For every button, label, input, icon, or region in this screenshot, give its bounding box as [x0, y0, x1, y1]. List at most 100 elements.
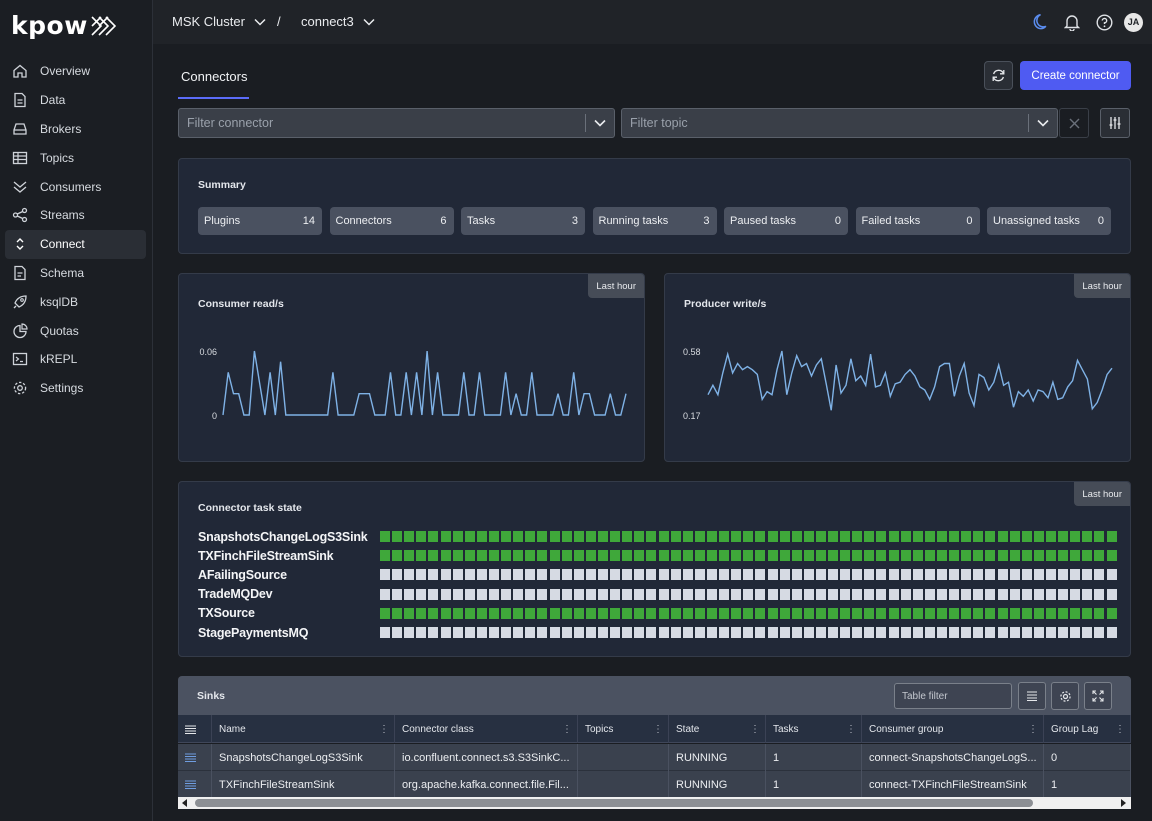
column-header[interactable]: Topics ⋮	[578, 715, 669, 743]
series-line	[707, 350, 1113, 411]
column-header[interactable]: Name ⋮	[212, 715, 395, 743]
server-icon	[12, 121, 28, 137]
task-state-cell	[573, 627, 584, 638]
theme-toggle-button[interactable]	[1024, 9, 1056, 35]
connector-name[interactable]: TradeMQDev	[198, 587, 380, 601]
sidebar-item-connect[interactable]: Connect	[5, 229, 146, 259]
columns-button[interactable]	[1018, 682, 1046, 710]
scroll-right-icon[interactable]	[1119, 799, 1127, 807]
summary-chip[interactable]: Failed tasks 0	[855, 207, 980, 235]
task-state-cell	[1070, 550, 1081, 562]
sidebar-item-data[interactable]: Data	[5, 86, 146, 115]
column-header[interactable]: Consumer group ⋮	[862, 715, 1044, 743]
table-row[interactable]: SnapshotsChangeLogS3Sink io.confluent.con…	[178, 744, 1131, 771]
column-menu-icon[interactable]: ⋮	[1028, 724, 1038, 735]
create-connector-button[interactable]: Create connector	[1020, 61, 1131, 90]
task-state-cell	[731, 607, 742, 619]
task-state-cell	[973, 569, 984, 581]
bell-icon	[1064, 14, 1080, 31]
column-header[interactable]: Connector class ⋮	[395, 715, 578, 743]
table-settings-button[interactable]	[1051, 682, 1079, 710]
notifications-button[interactable]	[1056, 9, 1088, 35]
task-state-cell	[501, 550, 512, 562]
sidebar-item-ksqldb[interactable]: ksqlDB	[5, 287, 146, 316]
scrollbar-thumb[interactable]	[195, 799, 1033, 807]
kpow-logo[interactable]: kpow	[11, 11, 116, 40]
connect-cluster-selector[interactable]: connect3	[301, 14, 375, 29]
table-row[interactable]: TXFinchFileStreamSink org.apache.kafka.co…	[178, 771, 1131, 798]
column-menu-icon[interactable]: ⋮	[562, 724, 572, 735]
row-menu-icon[interactable]	[185, 780, 196, 789]
task-state-cell	[537, 588, 548, 600]
column-menu-icon[interactable]: ⋮	[750, 724, 760, 735]
consumer-read-chart: 0.06 0	[199, 347, 627, 421]
column-header[interactable]: Group Lag ⋮	[1044, 715, 1131, 743]
column-header[interactable]: State ⋮	[669, 715, 766, 743]
clear-filters-button[interactable]	[1059, 108, 1089, 138]
sidebar-item-consumers[interactable]: Consumers	[5, 172, 146, 201]
cluster-selector[interactable]: MSK Cluster	[172, 14, 266, 29]
column-header[interactable]: Tasks ⋮	[766, 715, 862, 743]
task-state-cell	[1106, 588, 1117, 600]
column-menu-icon[interactable]: ⋮	[653, 724, 663, 735]
task-state-cell	[864, 627, 875, 638]
chevron-down-icon[interactable]	[1029, 119, 1057, 127]
task-state-cell	[682, 550, 693, 562]
refresh-icon	[992, 69, 1005, 82]
row-menu-icon[interactable]	[185, 753, 196, 762]
task-state-cell	[622, 569, 633, 581]
connector-name[interactable]: SnapshotsChangeLogS3Sink	[198, 530, 380, 544]
task-state-cell	[791, 607, 802, 619]
sidebar-item-schema[interactable]: Schema	[5, 259, 146, 288]
column-label: State	[676, 723, 700, 735]
sidebar-item-settings[interactable]: Settings	[5, 374, 146, 403]
last-hour-badge[interactable]: Last hour	[1074, 482, 1130, 506]
task-state-cell	[428, 531, 439, 542]
task-state-cell	[428, 588, 439, 600]
horizontal-scrollbar[interactable]	[178, 797, 1131, 809]
summary-chip[interactable]: Paused tasks 0	[724, 207, 848, 235]
summary-chip[interactable]: Connectors 6	[329, 207, 454, 235]
summary-chip[interactable]: Unassigned tasks 0	[987, 207, 1111, 235]
sidebar-item-quotas[interactable]: Quotas	[5, 316, 146, 345]
connector-name[interactable]: TXFinchFileStreamSink	[198, 549, 380, 563]
avatar[interactable]: JA	[1124, 12, 1143, 32]
summary-chip[interactable]: Plugins 14	[198, 207, 322, 235]
row-menu-header[interactable]	[178, 715, 212, 743]
top-bar: MSK Cluster / connect3 JA	[153, 0, 1152, 44]
connector-name[interactable]: StagePaymentsMQ	[198, 626, 380, 640]
expand-button[interactable]	[1084, 682, 1112, 710]
help-button[interactable]	[1088, 9, 1120, 35]
row-menu-cell[interactable]	[178, 771, 212, 798]
column-menu-icon[interactable]: ⋮	[379, 724, 389, 735]
sidebar-item-brokers[interactable]: Brokers	[5, 115, 146, 144]
column-menu-icon[interactable]: ⋮	[1115, 724, 1125, 735]
task-state-cell	[573, 550, 584, 562]
task-state-cell	[767, 588, 778, 600]
sidebar-item-streams[interactable]: Streams	[5, 201, 146, 230]
summary-chip[interactable]: Running tasks 3	[592, 207, 717, 235]
refresh-button[interactable]	[984, 61, 1013, 90]
connector-name[interactable]: TXSource	[198, 606, 380, 620]
row-menu-cell[interactable]	[178, 744, 212, 771]
filter-settings-button[interactable]	[1100, 108, 1130, 138]
summary-chip[interactable]: Tasks 3	[461, 207, 585, 235]
column-menu-icon[interactable]: ⋮	[846, 724, 856, 735]
sidebar-item-krepl[interactable]: kREPL	[5, 345, 146, 374]
summary-title: Summary	[198, 179, 246, 191]
tab-connectors[interactable]: Connectors	[181, 69, 247, 84]
filter-topic-select[interactable]: Filter topic	[621, 108, 1058, 138]
task-state-cell	[488, 588, 499, 600]
sidebar-item-overview[interactable]: Overview	[5, 57, 146, 86]
connector-name[interactable]: AFailingSource	[198, 568, 380, 582]
chevron-down-icon[interactable]	[586, 119, 614, 127]
filter-connector-select[interactable]: Filter connector	[178, 108, 615, 138]
task-state-cell	[755, 607, 766, 619]
task-state-cell	[937, 588, 948, 600]
scroll-left-icon[interactable]	[181, 799, 189, 807]
task-state-cell	[585, 607, 596, 619]
table-filter-input[interactable]: Table filter	[894, 683, 1012, 709]
task-state-cell	[840, 627, 851, 638]
sidebar-item-topics[interactable]: Topics	[5, 143, 146, 172]
table-cell: SnapshotsChangeLogS3Sink	[212, 744, 395, 771]
